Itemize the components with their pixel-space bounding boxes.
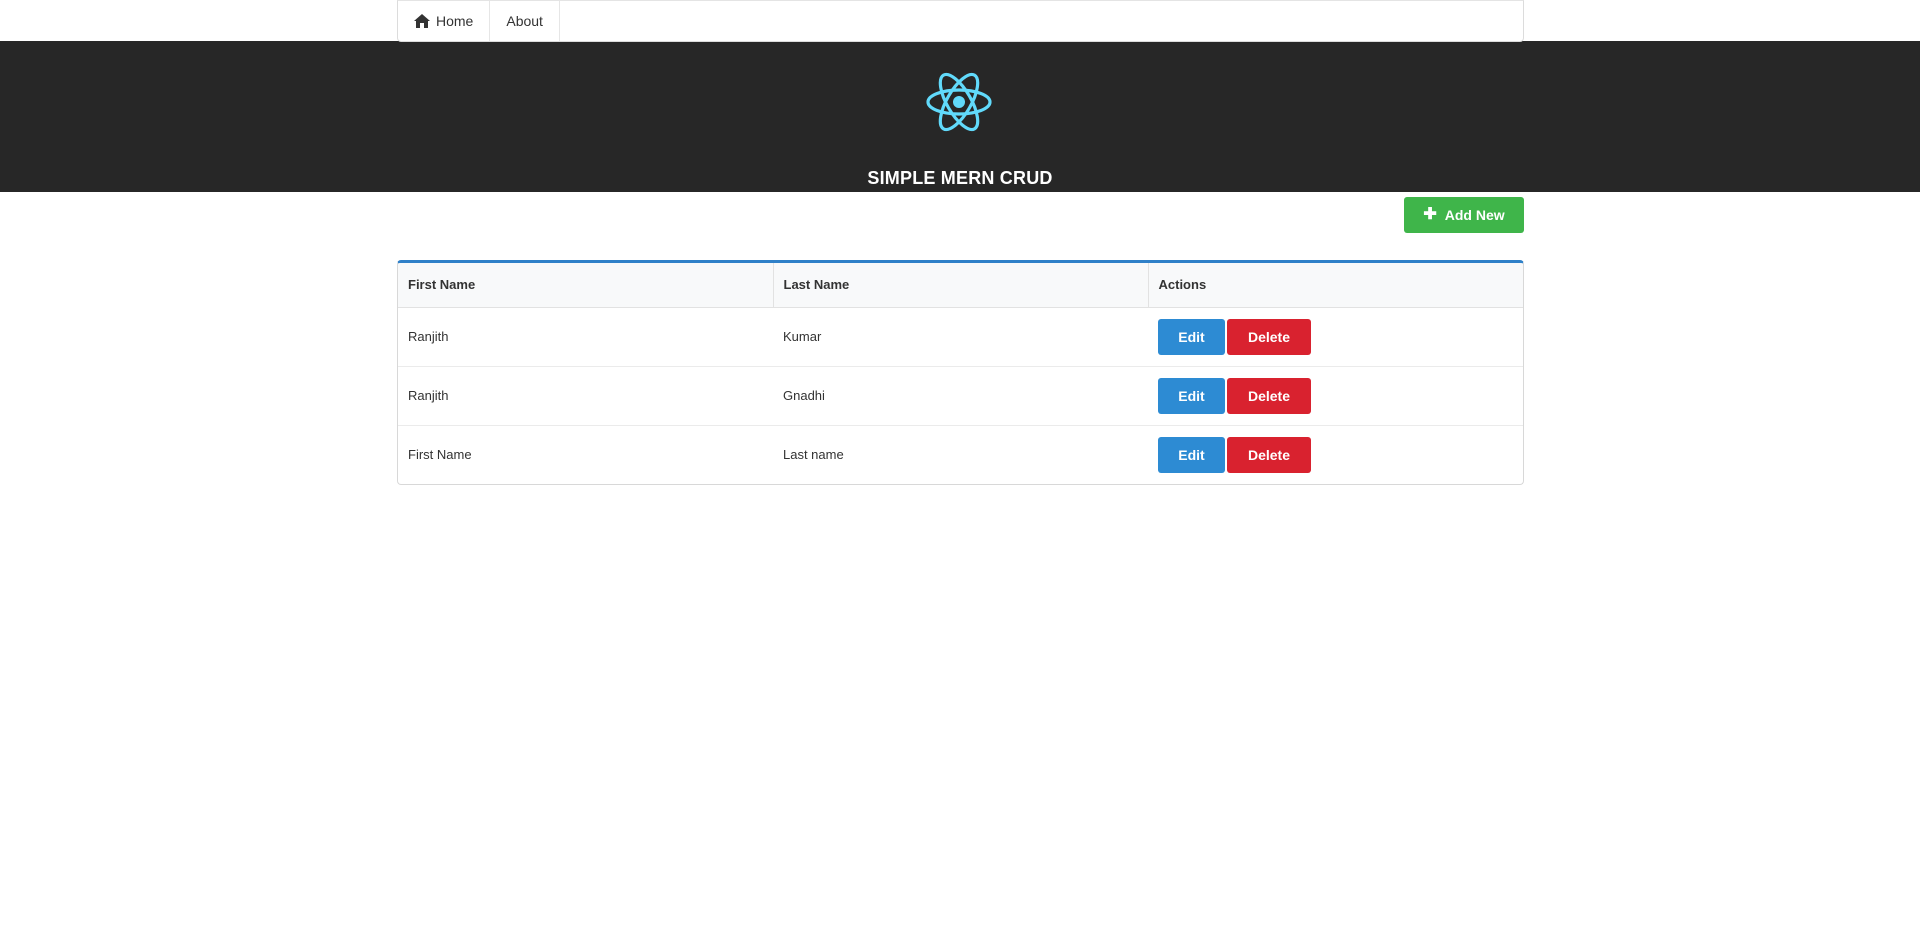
actions-cell: Edit Delete <box>1148 365 1523 425</box>
nav-home-label: Home <box>436 13 474 29</box>
table-row: First Name Last name Edit Delete <box>398 424 1523 484</box>
nav-home[interactable]: Home <box>398 1 491 41</box>
delete-button[interactable]: Delete <box>1227 318 1311 355</box>
table-row: Ranjith Kumar Edit Delete <box>398 307 1523 366</box>
records-table: First Name Last Name Actions Ranjith Kum… <box>397 260 1524 485</box>
table-row: Ranjith Gnadhi Edit Delete <box>398 365 1523 425</box>
delete-button[interactable]: Delete <box>1227 377 1311 414</box>
last-name-cell: Kumar <box>783 329 822 344</box>
nav-about-label: About <box>506 13 543 29</box>
table-header-row: First Name Last Name Actions <box>398 263 1523 308</box>
app-header: SIMPLE MERN CRUD <box>0 41 1920 192</box>
edit-button[interactable]: Edit <box>1158 436 1225 473</box>
nav-about[interactable]: About <box>490 1 560 41</box>
column-header-last-name: Last Name <box>772 263 1148 308</box>
home-icon <box>414 14 430 28</box>
delete-button[interactable]: Delete <box>1227 436 1311 473</box>
column-header-first-name: First Name <box>398 263 773 308</box>
actions-cell: Edit Delete <box>1148 424 1523 484</box>
add-new-label: Add New <box>1444 207 1505 223</box>
top-navigation: Home About <box>397 0 1524 42</box>
last-name-cell: Last name <box>773 424 1148 484</box>
edit-button[interactable]: Edit <box>1158 318 1225 355</box>
first-name-cell: Ranjith <box>408 329 449 344</box>
plus-icon: ✚ <box>1423 206 1437 223</box>
toolbar: ✚ Add New <box>397 197 1524 233</box>
column-header-actions: Actions <box>1147 263 1523 308</box>
last-name-cell: Gnadhi <box>773 365 1148 425</box>
react-atom-icon <box>926 72 992 132</box>
edit-button[interactable]: Edit <box>1158 377 1225 414</box>
first-name-cell: Ranjith <box>398 365 773 425</box>
actions-cell: Edit Delete <box>1148 307 1523 366</box>
app-title: SIMPLE MERN CRUD <box>867 168 1053 188</box>
first-name-cell: First Name <box>398 424 773 484</box>
add-new-button[interactable]: ✚ Add New <box>1404 197 1524 233</box>
